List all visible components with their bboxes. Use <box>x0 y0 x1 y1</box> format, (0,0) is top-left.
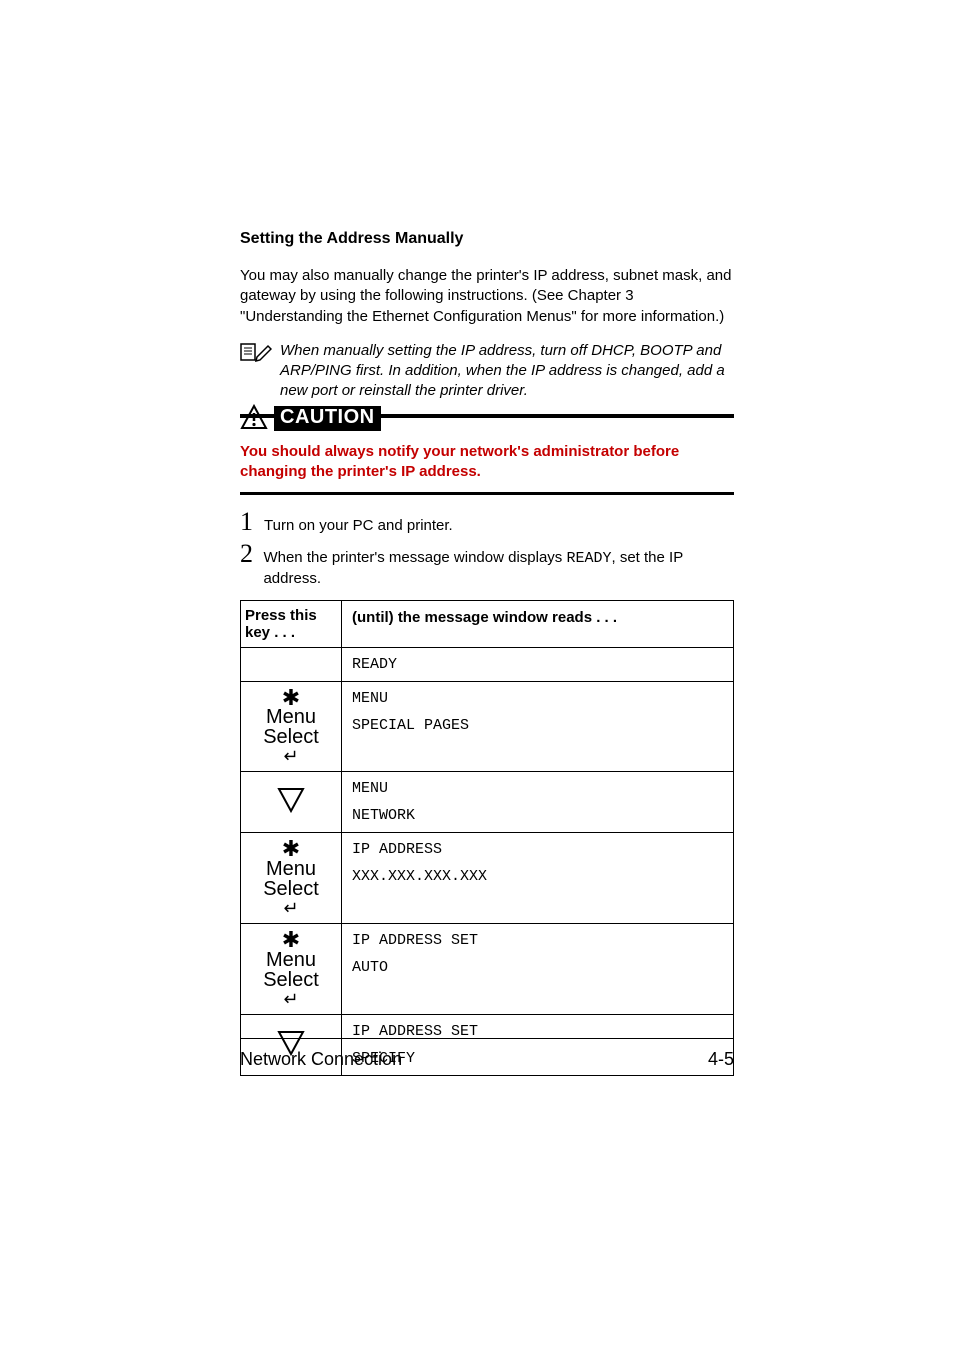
msg-line: AUTO <box>352 959 723 976</box>
msg-line: IP ADDRESS <box>352 841 723 858</box>
key-cell-empty <box>241 647 342 681</box>
key-label-menu: Menu <box>266 950 316 970</box>
step-text: When the printer's message window displa… <box>263 548 734 590</box>
step-number: 1 <box>240 507 264 537</box>
enter-icon: ↵ <box>283 899 298 917</box>
table-row: ✱ Menu Select ↵ IP ADDRESS XXX.XXX.XXX.X… <box>241 833 734 924</box>
key-label-select: Select <box>263 970 319 990</box>
msg-line: NETWORK <box>352 807 723 824</box>
table-head-msg: (until) the message window reads . . . <box>342 600 734 647</box>
enter-icon: ↵ <box>283 990 298 1008</box>
key-cell-down <box>241 772 342 833</box>
msg-line: IP ADDRESS SET <box>352 932 723 949</box>
table-head-key: Press this key . . . <box>241 600 342 647</box>
key-label-select: Select <box>263 727 319 747</box>
msg-cell: READY <box>342 647 734 681</box>
star-icon: ✱ <box>282 839 300 859</box>
step-1: 1 Turn on your PC and printer. <box>240 507 734 537</box>
footer-right: 4-5 <box>708 1049 734 1070</box>
table-row: ✱ Menu Select ↵ IP ADDRESS SET AUTO <box>241 924 734 1015</box>
key-cell-menu: ✱ Menu Select ↵ <box>241 681 342 772</box>
step-code: READY <box>566 550 611 567</box>
caution-label: CAUTION <box>274 406 381 431</box>
menu-select-key-icon: ✱ Menu Select ↵ <box>245 930 337 1008</box>
intro-paragraph: You may also manually change the printer… <box>240 266 734 327</box>
step-text: Turn on your PC and printer. <box>264 516 453 536</box>
star-icon: ✱ <box>282 930 300 950</box>
table-row: MENU NETWORK <box>241 772 734 833</box>
step-prefix: When the printer's message window displa… <box>263 549 566 566</box>
note-icon <box>240 341 280 402</box>
key-label-select: Select <box>263 879 319 899</box>
msg-cell: IP ADDRESS SET AUTO <box>342 924 734 1015</box>
enter-icon: ↵ <box>283 747 298 765</box>
msg-line: MENU <box>352 780 723 797</box>
note-row: When manually setting the IP address, tu… <box>240 341 734 402</box>
key-label-menu: Menu <box>266 859 316 879</box>
caution-text: You should always notify your network's … <box>240 442 734 483</box>
menu-select-key-icon: ✱ Menu Select ↵ <box>245 839 337 917</box>
msg-cell: MENU SPECIAL PAGES <box>342 681 734 772</box>
msg-line: READY <box>352 656 723 673</box>
msg-cell: MENU NETWORK <box>342 772 734 833</box>
note-text: When manually setting the IP address, tu… <box>280 341 734 402</box>
step-2: 2 When the printer's message window disp… <box>240 539 734 590</box>
key-label-menu: Menu <box>266 707 316 727</box>
down-arrow-icon <box>276 786 306 818</box>
menu-select-key-icon: ✱ Menu Select ↵ <box>245 688 337 766</box>
msg-line: XXX.XXX.XXX.XXX <box>352 868 723 885</box>
table-row: ✱ Menu Select ↵ MENU SPECIAL PAGES <box>241 681 734 772</box>
footer-left: Network Connection <box>240 1049 402 1070</box>
divider <box>240 492 734 495</box>
msg-line: SPECIAL PAGES <box>352 717 723 734</box>
star-icon: ✱ <box>282 688 300 708</box>
msg-cell: IP ADDRESS XXX.XXX.XXX.XXX <box>342 833 734 924</box>
key-cell-menu: ✱ Menu Select ↵ <box>241 924 342 1015</box>
step-number: 2 <box>240 539 263 569</box>
caution-block: CAUTION You should always notify your ne… <box>240 414 734 496</box>
key-press-table: Press this key . . . (until) the message… <box>240 600 734 1076</box>
msg-line: MENU <box>352 690 723 707</box>
section-heading: Setting the Address Manually <box>240 230 734 248</box>
key-cell-menu: ✱ Menu Select ↵ <box>241 833 342 924</box>
page-footer: Network Connection 4-5 <box>240 1038 734 1070</box>
table-row: READY <box>241 647 734 681</box>
warning-triangle-icon <box>240 404 268 434</box>
